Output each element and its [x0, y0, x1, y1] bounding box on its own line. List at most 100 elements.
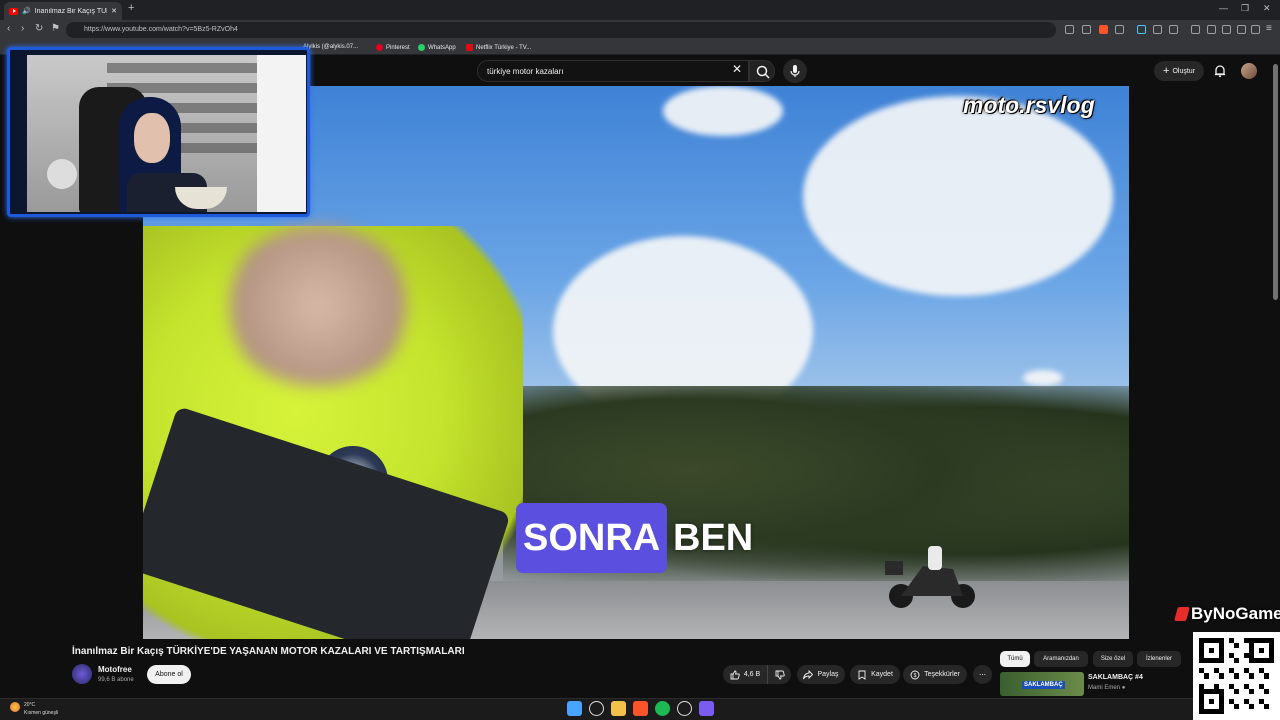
thumbs-up-icon [730, 670, 740, 679]
cloud [663, 86, 783, 136]
screen-glow [257, 55, 306, 212]
voice-search-button[interactable] [783, 59, 807, 83]
like-button[interactable]: 4,6 B [723, 665, 767, 684]
qr-code [1193, 632, 1280, 720]
subscribe-button[interactable]: Abone ol [147, 665, 191, 684]
tab-search-icon[interactable] [1222, 25, 1231, 34]
thumbnail-text: SAKLAMBAÇ [1022, 681, 1065, 689]
forward-icon[interactable]: › [21, 23, 24, 34]
subscriber-count: 99,6 B abone [98, 677, 134, 683]
microphone-icon [790, 65, 800, 77]
rewards-icon[interactable] [1115, 25, 1124, 34]
video-title: İnanılmaz Bir Kaçış TÜRKİYE'DE YAŞANAN M… [72, 646, 465, 657]
dislike-button[interactable] [767, 665, 791, 684]
menu-icon[interactable]: ≡ [1266, 23, 1272, 34]
clear-search-icon[interactable]: ✕ [732, 62, 742, 76]
blurred-face [223, 226, 413, 386]
weather-description: Kısmen güneşli [24, 710, 59, 716]
like-count: 4,6 B [743, 671, 761, 678]
reload-icon[interactable]: ↻ [35, 23, 43, 34]
share-icon [803, 669, 814, 679]
weather-sun-icon [10, 702, 20, 712]
thanks-button[interactable]: $ Teşekkürler [903, 665, 967, 684]
bookmark-item[interactable]: Alylkis (@alykis.07... [303, 44, 358, 50]
maximize-icon[interactable]: ❐ [1241, 3, 1249, 14]
thanks-label: Teşekkürler [924, 671, 960, 678]
share-button[interactable]: Paylaş [797, 665, 845, 684]
brave-shield-icon[interactable] [1099, 25, 1108, 34]
video-watermark: moto.rsvlog [963, 92, 1095, 118]
puzzle-icon[interactable] [1153, 25, 1162, 34]
sidebar-icon[interactable] [1207, 25, 1216, 34]
notifications-button[interactable] [1213, 64, 1227, 83]
search-button[interactable] [749, 60, 775, 82]
channel-avatar[interactable] [72, 664, 92, 684]
create-label: Oluştur [1172, 67, 1195, 75]
start-icon[interactable] [567, 701, 582, 716]
extension-icon[interactable] [1065, 25, 1074, 34]
tab-close-icon[interactable]: ✕ [111, 7, 117, 15]
steam-icon[interactable] [677, 701, 692, 716]
recommended-channel-name[interactable]: Mami Emen ● [1088, 685, 1125, 691]
save-playlist-icon [858, 670, 866, 680]
close-window-icon[interactable]: ✕ [1263, 3, 1271, 14]
cloud [803, 96, 1113, 296]
subtitle-highlight: SONRA [516, 503, 668, 573]
music-icon[interactable] [1191, 25, 1200, 34]
pinterest-icon [376, 44, 383, 51]
bookmark-label: Alylkis (@alykis.07... [303, 44, 359, 50]
plush-toy [47, 159, 77, 189]
vpn-icon[interactable] [1237, 25, 1246, 34]
discord-icon[interactable] [699, 701, 714, 716]
wallet-icon[interactable] [1137, 25, 1146, 34]
bookmark-item[interactable]: Pinterest [376, 44, 410, 51]
chip-all[interactable]: Tümü [1000, 651, 1030, 667]
search-taskbar-icon[interactable] [589, 701, 604, 716]
share-page-icon[interactable] [1082, 25, 1091, 34]
address-bar-row: ‹ › ↻ ⚑ https://www.youtube.com/watch?v=… [0, 20, 1280, 40]
chip-watched[interactable]: İzlenenler [1137, 651, 1181, 667]
save-button[interactable]: Kaydet [850, 665, 900, 684]
chip-from-search[interactable]: Aramanızdan [1034, 651, 1088, 667]
page-scrollbar[interactable] [1273, 64, 1278, 300]
bookmark-item[interactable]: Netflix Türkiye - TV... [466, 44, 531, 51]
profile-icon[interactable] [1251, 25, 1260, 34]
share-label: Paylaş [817, 671, 839, 678]
bookmark-item[interactable]: WhatsApp [418, 44, 456, 51]
recommended-video-thumbnail[interactable]: SAKLAMBAÇ [1000, 672, 1084, 696]
streamer-face [134, 113, 170, 163]
bookmark-label: WhatsApp [428, 44, 456, 51]
create-button[interactable]: + Oluştur [1154, 61, 1204, 81]
file-explorer-icon[interactable] [611, 701, 626, 716]
account-avatar[interactable] [1241, 63, 1257, 79]
super-thanks-icon: $ [910, 670, 920, 679]
bookmark-icon[interactable]: ⚑ [51, 23, 60, 34]
youtube-favicon-icon [9, 7, 18, 15]
search-input[interactable]: türkiye motor kazaları [477, 60, 749, 82]
new-tab-button[interactable]: + [128, 2, 134, 14]
back-icon[interactable]: ‹ [7, 23, 10, 34]
qr-code-grid [1199, 638, 1274, 714]
brave-browser-icon[interactable] [633, 701, 648, 716]
more-icon: ⋯ [979, 671, 986, 679]
recommended-video-title[interactable]: SAKLAMBAÇ #4 [1088, 674, 1143, 681]
sponsor-mark-icon [1174, 607, 1190, 621]
qr-module [1269, 709, 1274, 714]
bell-icon [1215, 65, 1225, 78]
browser-tab[interactable]: 🔊 İnanılmaz Bir Kaçış TÜRKİYE' ✕ [4, 2, 122, 20]
sponsor-name: ByNoGame [1191, 604, 1280, 623]
media-icon[interactable] [1169, 25, 1178, 34]
motorcycle-icon [885, 546, 975, 608]
channel-name[interactable]: Motofree [98, 665, 132, 674]
more-actions-button[interactable]: ⋯ [973, 665, 992, 684]
tablet-device [143, 406, 511, 639]
minimize-icon[interactable]: — [1219, 3, 1228, 13]
save-label: Kaydet [871, 671, 893, 678]
spotify-icon[interactable] [655, 701, 670, 716]
bookmark-label: Pinterest [386, 44, 410, 51]
url-field[interactable]: https://www.youtube.com/watch?v=5Bz5-RZv… [66, 22, 1056, 38]
weather-widget[interactable]: 20°C Kısmen güneşli [24, 701, 58, 717]
chip-for-you[interactable]: Size özel [1093, 651, 1133, 667]
audio-icon[interactable]: 🔊 [22, 7, 31, 15]
whatsapp-icon [418, 44, 425, 51]
